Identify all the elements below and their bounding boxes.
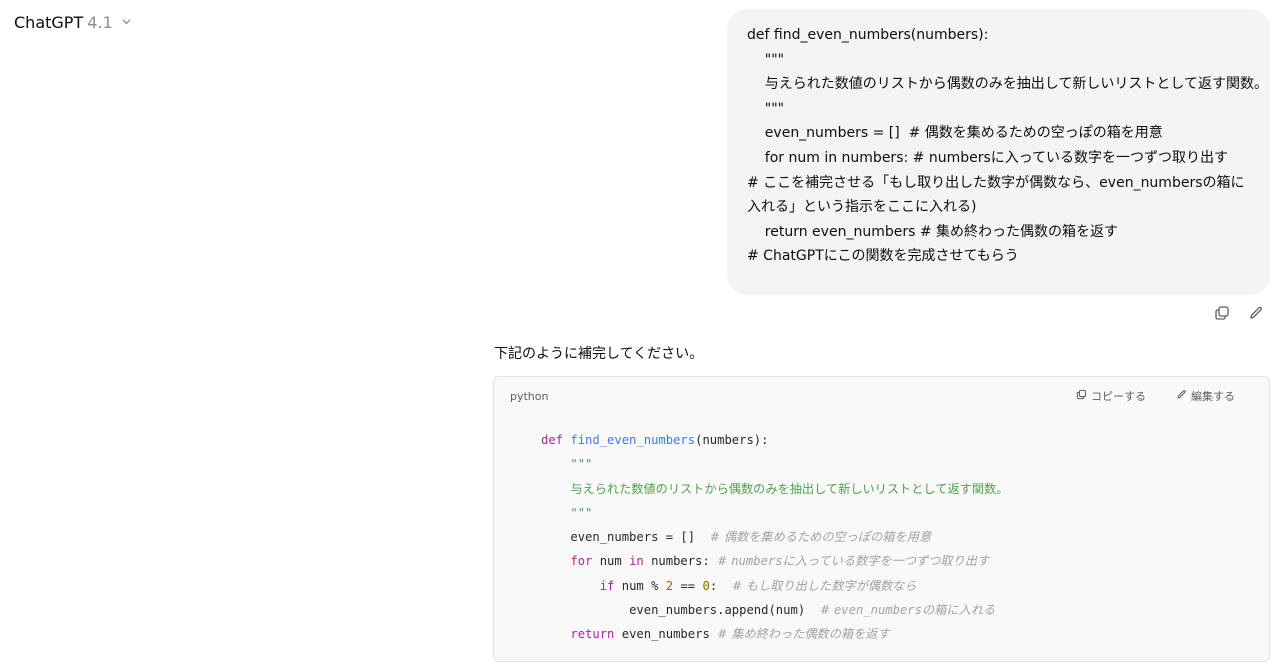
copy-code-label: コピーする — [1091, 390, 1146, 403]
code-token: in — [629, 554, 644, 569]
user-message-bubble: def find_even_numbers(numbers): """ 与えられ… — [727, 9, 1270, 295]
user-line: for num in numbers: # numbersに入っている数字を一つ… — [747, 149, 1229, 166]
copy-code-button[interactable]: コピーする — [1076, 388, 1146, 404]
code-token: """ — [570, 505, 593, 520]
model-picker[interactable]: ChatGPT 4.1 — [14, 13, 132, 32]
chevron-down-icon — [121, 16, 132, 30]
code-line: """ — [541, 501, 1269, 525]
model-version: 4.1 — [87, 13, 113, 32]
code-header: python コピーする 編集する — [494, 377, 1269, 415]
edit-code-label: 編集する — [1191, 390, 1235, 403]
code-line: """ — [541, 452, 1269, 476]
code-token: 0 — [702, 578, 710, 593]
code-line: return even_numbers # 集め終わった偶数の箱を返す — [541, 622, 1269, 646]
code-block: python コピーする 編集する def find_even_numbers(… — [493, 376, 1270, 662]
copy-icon — [1076, 389, 1087, 403]
message-actions — [1212, 303, 1266, 323]
user-line: """ — [747, 100, 785, 117]
code-line: if num % 2 == 0: # もし取り出した数字が偶数なら — [541, 574, 1269, 598]
code-token: if — [599, 578, 615, 593]
model-brand: ChatGPT — [14, 13, 84, 32]
code-token: の箱に入れる — [922, 603, 996, 618]
code-token: even_numbers.append(num) — [629, 603, 820, 618]
code-token: def — [541, 433, 564, 447]
user-line: # ChatGPTにこの関数を完成させてもらう — [747, 248, 1019, 265]
edit-code-button[interactable]: 編集する — [1176, 388, 1235, 404]
code-token: find_even_numbers — [570, 433, 696, 447]
user-line: """ — [747, 51, 785, 68]
code-token: # 集め終わった偶数の箱を返す — [717, 627, 890, 642]
code-body: def find_even_numbers(numbers): """ 与えられ… — [494, 415, 1269, 647]
code-token: == — [673, 578, 703, 593]
code-token: """ — [570, 457, 593, 472]
assistant-intro: 下記のように補完してください。 — [494, 346, 704, 362]
code-token: # もし取り出した数字が偶数なら — [731, 578, 917, 593]
code-token: に入っている数字を一つずつ取り出す — [782, 554, 990, 569]
code-token: return — [570, 627, 615, 642]
code-token: 2 — [665, 578, 674, 593]
code-token: numbers: — [643, 554, 718, 569]
user-line: return even_numbers # 集め終わった偶数の箱を返す — [747, 223, 1119, 240]
code-token: for — [570, 554, 593, 569]
user-line: # ここを補完させる「もし取り出した数字が偶数なら、even_numbersの箱… — [747, 174, 1245, 216]
copy-icon[interactable] — [1212, 303, 1232, 323]
code-line: even_numbers = [] # 偶数を集めるための空っぽの箱を用意 — [541, 525, 1269, 549]
user-line: even_numbers = [] # 偶数を集めるための空っぽの箱を用意 — [747, 125, 1163, 142]
code-token: even_numbers = [] — [570, 530, 710, 545]
code-token: # — [819, 603, 834, 618]
user-line: 与えられた数値のリストから偶数のみを抽出して新しいリストとして返す関数。 — [747, 76, 1268, 93]
code-token: # 偶数を集めるための空っぽの箱を用意 — [709, 530, 932, 545]
code-token: num % — [614, 578, 666, 593]
code-token: # even_numbersの箱に入れる — [820, 603, 995, 617]
code-token: 与えられた数値のリストから偶数のみを抽出して新しいリストとして返す関数。 — [570, 481, 1009, 496]
code-line: for num in numbers: # numbersに入っている数字を一つ… — [541, 549, 1269, 573]
code-language: python — [510, 389, 549, 403]
code-token: (numbers): — [695, 433, 769, 447]
code-line: 与えられた数値のリストから偶数のみを抽出して新しいリストとして返す関数。 — [541, 477, 1269, 501]
code-token: even_numbers — [833, 603, 922, 618]
code-token: num — [592, 554, 630, 569]
code-token: # numbersに入っている数字を一つずつ取り出す — [717, 554, 989, 568]
edit-icon — [1176, 389, 1187, 403]
user-line: def find_even_numbers(numbers): — [747, 27, 989, 43]
edit-icon[interactable] — [1246, 303, 1266, 323]
code-token: even_numbers — [614, 627, 718, 642]
code-token: : — [709, 578, 732, 593]
code-line: def find_even_numbers(numbers): — [541, 428, 1269, 452]
code-line: even_numbers.append(num) # even_numbersの… — [541, 598, 1269, 622]
code-token: numbers — [731, 554, 783, 569]
code-token: # — [717, 554, 732, 569]
